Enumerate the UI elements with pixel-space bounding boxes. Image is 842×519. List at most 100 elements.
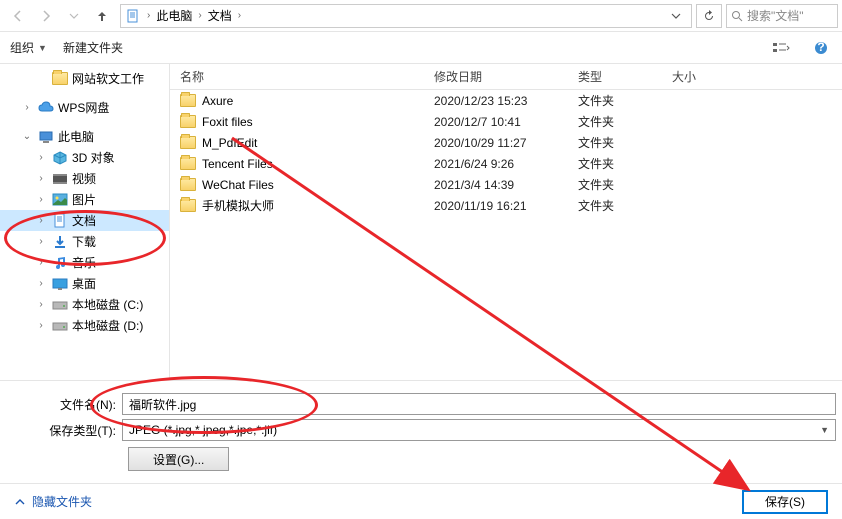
file-name: Foxit files — [202, 115, 253, 129]
tree-item[interactable]: › 下载 — [0, 231, 169, 252]
save-button[interactable]: 保存(S) — [742, 490, 828, 514]
expand-toggle[interactable]: › — [34, 194, 48, 205]
filename-input[interactable]: 福昕软件.jpg — [122, 393, 836, 415]
expand-toggle[interactable]: › — [34, 320, 48, 331]
up-button[interactable] — [88, 4, 116, 28]
tree-item[interactable]: › WPS网盘 — [0, 97, 169, 118]
file-type: 文件夹 — [568, 134, 662, 151]
tree-item-label: 此电脑 — [58, 128, 94, 145]
file-row[interactable]: Foxit files 2020/12/7 10:41文件夹 — [170, 111, 842, 132]
search-placeholder: 搜索"文档" — [747, 7, 804, 24]
back-button[interactable] — [4, 4, 32, 28]
dialog-footer: 隐藏文件夹 保存(S) — [0, 483, 842, 519]
expand-toggle[interactable]: › — [34, 215, 48, 226]
tree-item-label: 网站软文工作 — [72, 70, 144, 87]
file-type: 文件夹 — [568, 92, 662, 109]
chevron-right-icon: › — [145, 10, 152, 21]
file-date: 2020/12/23 15:23 — [424, 94, 568, 108]
folder-icon — [180, 94, 196, 107]
search-icon — [731, 10, 743, 22]
refresh-button[interactable] — [696, 4, 722, 28]
tree-item-label: 文档 — [72, 212, 96, 229]
tree-item[interactable]: › 3D 对象 — [0, 147, 169, 168]
cloud-icon — [38, 100, 54, 116]
folder-icon — [180, 199, 196, 212]
file-date: 2020/12/7 10:41 — [424, 115, 568, 129]
tree-item[interactable]: ⌄ 此电脑 — [0, 126, 169, 147]
expand-toggle[interactable]: › — [34, 257, 48, 268]
svg-text:?: ? — [817, 41, 824, 54]
file-type: 文件夹 — [568, 176, 662, 193]
breadcrumb-dropdown[interactable] — [665, 11, 687, 21]
tree-item[interactable]: › 本地磁盘 (D:) — [0, 315, 169, 336]
expand-toggle[interactable]: › — [34, 236, 48, 247]
settings-button[interactable]: 设置(G)... — [128, 447, 229, 471]
navigation-tree: 网站软文工作›WPS网盘⌄此电脑›3D 对象›视频›图片›文档›下载›音乐›桌面… — [0, 64, 170, 380]
chevron-up-icon — [14, 496, 26, 508]
file-row[interactable]: WeChat Files 2021/3/4 14:39文件夹 — [170, 174, 842, 195]
file-name: M_PdfEdit — [202, 136, 257, 150]
3d-icon — [52, 150, 68, 166]
view-options-button[interactable] — [768, 41, 794, 55]
music-icon — [52, 255, 68, 271]
disk-icon — [52, 318, 68, 334]
tree-item[interactable]: ›本地磁盘 (C:) — [0, 294, 169, 315]
toolbar: 组织▼ 新建文件夹 ? — [0, 32, 842, 64]
expand-toggle[interactable]: ⌄ — [20, 131, 34, 142]
file-date: 2021/3/4 14:39 — [424, 178, 568, 192]
column-name[interactable]: 名称 — [170, 68, 424, 85]
column-type[interactable]: 类型 — [568, 68, 662, 85]
tree-item[interactable]: › 文档 — [0, 210, 169, 231]
expand-toggle[interactable]: › — [34, 152, 48, 163]
file-row[interactable]: 手机模拟大师2020/11/19 16:21文件夹 — [170, 195, 842, 216]
filename-label: 文件名(N): — [0, 396, 122, 413]
savetype-select[interactable]: JPEG (*.jpg,*.jpeg,*.jpe,*.jif) ▼ — [122, 419, 836, 441]
file-row[interactable]: Tencent Files2021/6/24 9:26文件夹 — [170, 153, 842, 174]
folder-icon — [180, 157, 196, 170]
search-input[interactable]: 搜索"文档" — [726, 4, 838, 28]
folder-icon — [180, 136, 196, 149]
chevron-down-icon: ▼ — [820, 425, 829, 435]
hide-folders-toggle[interactable]: 隐藏文件夹 — [14, 493, 92, 510]
breadcrumb-documents[interactable]: 文档 — [204, 5, 236, 27]
pc-icon — [38, 129, 54, 145]
column-date[interactable]: 修改日期 — [424, 68, 568, 85]
column-size[interactable]: 大小 — [662, 68, 742, 85]
file-type: 文件夹 — [568, 197, 662, 214]
breadcrumb-this-pc[interactable]: 此电脑 — [152, 5, 196, 27]
file-row[interactable]: Axure 2020/12/23 15:23文件夹 — [170, 90, 842, 111]
folder-icon — [180, 178, 196, 191]
forward-button[interactable] — [32, 4, 60, 28]
breadcrumb[interactable]: › 此电脑 › 文档 › — [120, 4, 692, 28]
tree-item[interactable]: ›音乐 — [0, 252, 169, 273]
chevron-right-icon: › — [236, 10, 243, 21]
expand-toggle[interactable]: › — [34, 299, 48, 310]
file-name: Axure — [202, 94, 233, 108]
organize-menu[interactable]: 组织▼ — [10, 39, 47, 56]
tree-item-label: WPS网盘 — [58, 99, 109, 116]
file-row[interactable]: M_PdfEdit2020/10/29 11:27文件夹 — [170, 132, 842, 153]
tree-item[interactable]: ›桌面 — [0, 273, 169, 294]
doc-icon — [52, 213, 68, 229]
file-name: WeChat Files — [202, 178, 274, 192]
video-icon — [52, 171, 68, 187]
tree-item[interactable]: 网站软文工作 — [0, 68, 169, 89]
folder-icon — [180, 115, 196, 128]
tree-item[interactable]: › 图片 — [0, 189, 169, 210]
file-type: 文件夹 — [568, 113, 662, 130]
tree-item-label: 下载 — [72, 233, 96, 250]
expand-toggle[interactable]: › — [34, 173, 48, 184]
expand-toggle[interactable]: › — [20, 102, 34, 113]
tree-item-label: 图片 — [72, 191, 96, 208]
new-folder-button[interactable]: 新建文件夹 — [63, 39, 123, 56]
address-bar: › 此电脑 › 文档 › 搜索"文档" — [0, 0, 842, 32]
document-icon — [125, 8, 141, 24]
tree-item-label: 3D 对象 — [72, 149, 115, 166]
recent-dropdown[interactable] — [60, 4, 88, 28]
help-button[interactable]: ? — [810, 41, 832, 55]
disk-icon — [52, 297, 68, 313]
savetype-label: 保存类型(T): — [0, 422, 122, 439]
tree-item[interactable]: ›视频 — [0, 168, 169, 189]
tree-item-label: 本地磁盘 (D:) — [72, 317, 143, 334]
expand-toggle[interactable]: › — [34, 278, 48, 289]
